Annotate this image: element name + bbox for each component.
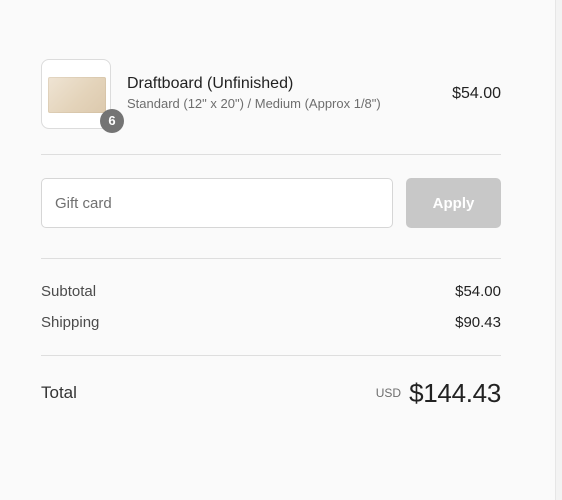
total-label: Total	[41, 383, 77, 402]
divider	[41, 154, 501, 155]
shipping-value: $90.43	[455, 314, 501, 331]
gift-card-input[interactable]	[41, 178, 393, 228]
subtotal-label: Subtotal	[41, 283, 97, 300]
product-title: Draftboard (Unfinished)	[127, 75, 294, 92]
apply-button[interactable]: Apply	[406, 178, 501, 228]
product-price: $54.00	[452, 85, 501, 102]
product-image	[48, 77, 106, 113]
order-summary: 6 Draftboard (Unfinished) Standard (12" …	[41, 0, 501, 500]
grand-total: $144.43	[409, 378, 501, 408]
shipping-label: Shipping	[41, 314, 100, 331]
product-thumbnail: 6	[41, 59, 124, 133]
currency-code: USD	[375, 386, 402, 400]
product-variant: Standard (12" x 20") / Medium (Approx 1/…	[127, 96, 381, 111]
scroll-edge	[555, 0, 562, 500]
total-amount: USD $144.43	[375, 376, 502, 410]
divider	[41, 258, 501, 259]
subtotal-value: $54.00	[455, 283, 501, 300]
quantity-badge: 6	[100, 109, 124, 133]
divider	[41, 355, 501, 356]
